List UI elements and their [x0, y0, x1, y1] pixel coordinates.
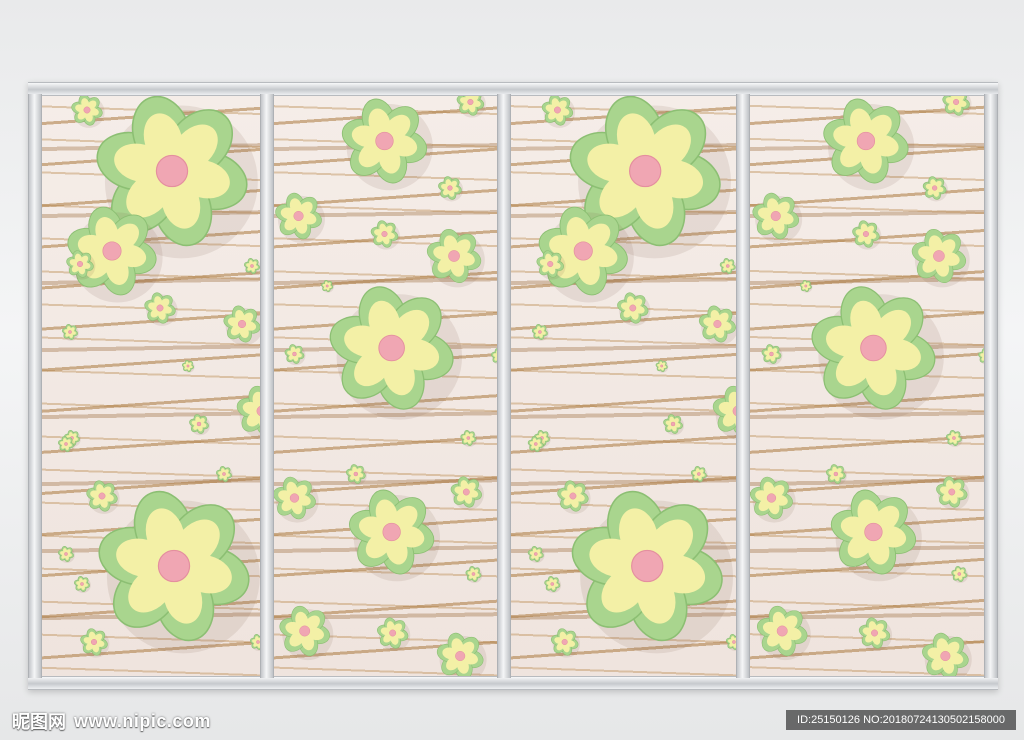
flower-icon [377, 617, 411, 651]
decor-panel-4 [750, 96, 984, 676]
flower-icon [144, 292, 178, 326]
flower-icon [456, 96, 486, 118]
frame-top-rail [28, 82, 998, 96]
flower-icon [321, 279, 334, 293]
flower-icon [750, 476, 796, 523]
flower-icon [275, 192, 325, 243]
decor-panel-1 [42, 96, 260, 676]
flower-icon [922, 176, 948, 202]
flower-icon [279, 605, 334, 661]
flower-icon [189, 414, 210, 436]
flower-icon [761, 344, 783, 366]
flower-icon [370, 220, 400, 250]
flower-icon [531, 324, 549, 341]
flower-icon [571, 490, 734, 654]
flower-pattern [527, 96, 736, 658]
flower-icon [329, 286, 463, 420]
flower-icon [852, 220, 882, 250]
decor-panel-2 [274, 96, 497, 676]
flower-icon [460, 430, 478, 447]
frame-stile-4 [736, 94, 750, 678]
flower-icon [922, 632, 972, 676]
flower-icon [541, 96, 576, 128]
frame-stile-2 [260, 94, 274, 678]
flower-icon [690, 466, 708, 483]
flower-icon [911, 228, 970, 288]
watermark-site-url: www.nipic.com [74, 710, 211, 731]
flower-pattern [274, 96, 497, 676]
flower-icon [216, 466, 233, 483]
flower-icon [825, 464, 847, 486]
flower-icon [663, 414, 685, 436]
flower-icon [274, 476, 319, 523]
flower-icon [341, 98, 433, 191]
flower-icon [491, 348, 497, 365]
flower-icon [945, 430, 963, 447]
flower-icon [725, 634, 736, 651]
flower-icon [345, 464, 367, 486]
flower-icon [942, 96, 972, 118]
flower-icon [223, 305, 260, 346]
flower-icon [799, 279, 813, 293]
flower-icon [450, 476, 484, 510]
flower-icon [250, 634, 260, 651]
nipic-watermark: 昵图网 www.nipic.com [12, 708, 211, 734]
flower-icon [712, 385, 736, 440]
flower-icon [557, 480, 591, 514]
flower-icon [98, 490, 260, 654]
flower-icon [236, 385, 260, 440]
frame-bottom-rail [28, 676, 998, 690]
frame-stile-1 [28, 94, 42, 678]
decor-panel-3 [511, 96, 736, 676]
flower-icon [617, 292, 651, 326]
flower-icon [756, 605, 811, 661]
flower-icon [71, 96, 105, 128]
flower-icon [951, 566, 969, 583]
wall-panel-frame [28, 82, 998, 690]
flower-icon [550, 628, 581, 658]
flower-icon [284, 344, 306, 366]
flower-icon [349, 489, 441, 582]
flower-icon [823, 98, 915, 191]
flower-icon [698, 305, 736, 346]
flower-icon [465, 566, 483, 583]
flower-icon [830, 489, 922, 582]
flower-icon [936, 476, 970, 510]
flower-icon [544, 576, 562, 593]
flower-icon [978, 348, 984, 365]
flower-pattern [58, 96, 260, 658]
flower-icon [244, 258, 260, 275]
flower-icon [74, 576, 91, 593]
flower-icon [527, 546, 545, 563]
flower-icon [752, 192, 803, 243]
image-id-bar: ID:25150126 NO:20180724130502158000 [786, 710, 1016, 730]
flower-icon [86, 480, 120, 514]
flower-icon [858, 617, 893, 651]
flower-icon [719, 258, 736, 275]
flower-icon [811, 286, 944, 420]
flower-icon [181, 359, 195, 373]
watermark-logo-text: 昵图网 [12, 712, 66, 732]
flower-icon [80, 628, 110, 658]
flower-pattern [750, 96, 984, 676]
flower-icon [62, 324, 79, 341]
frame-stile-5 [984, 94, 998, 678]
flower-icon [58, 546, 75, 563]
flower-icon [426, 228, 485, 288]
flower-icon [436, 632, 487, 676]
flower-icon [655, 359, 669, 373]
frame-stile-3 [497, 94, 511, 678]
flower-icon [438, 176, 464, 202]
